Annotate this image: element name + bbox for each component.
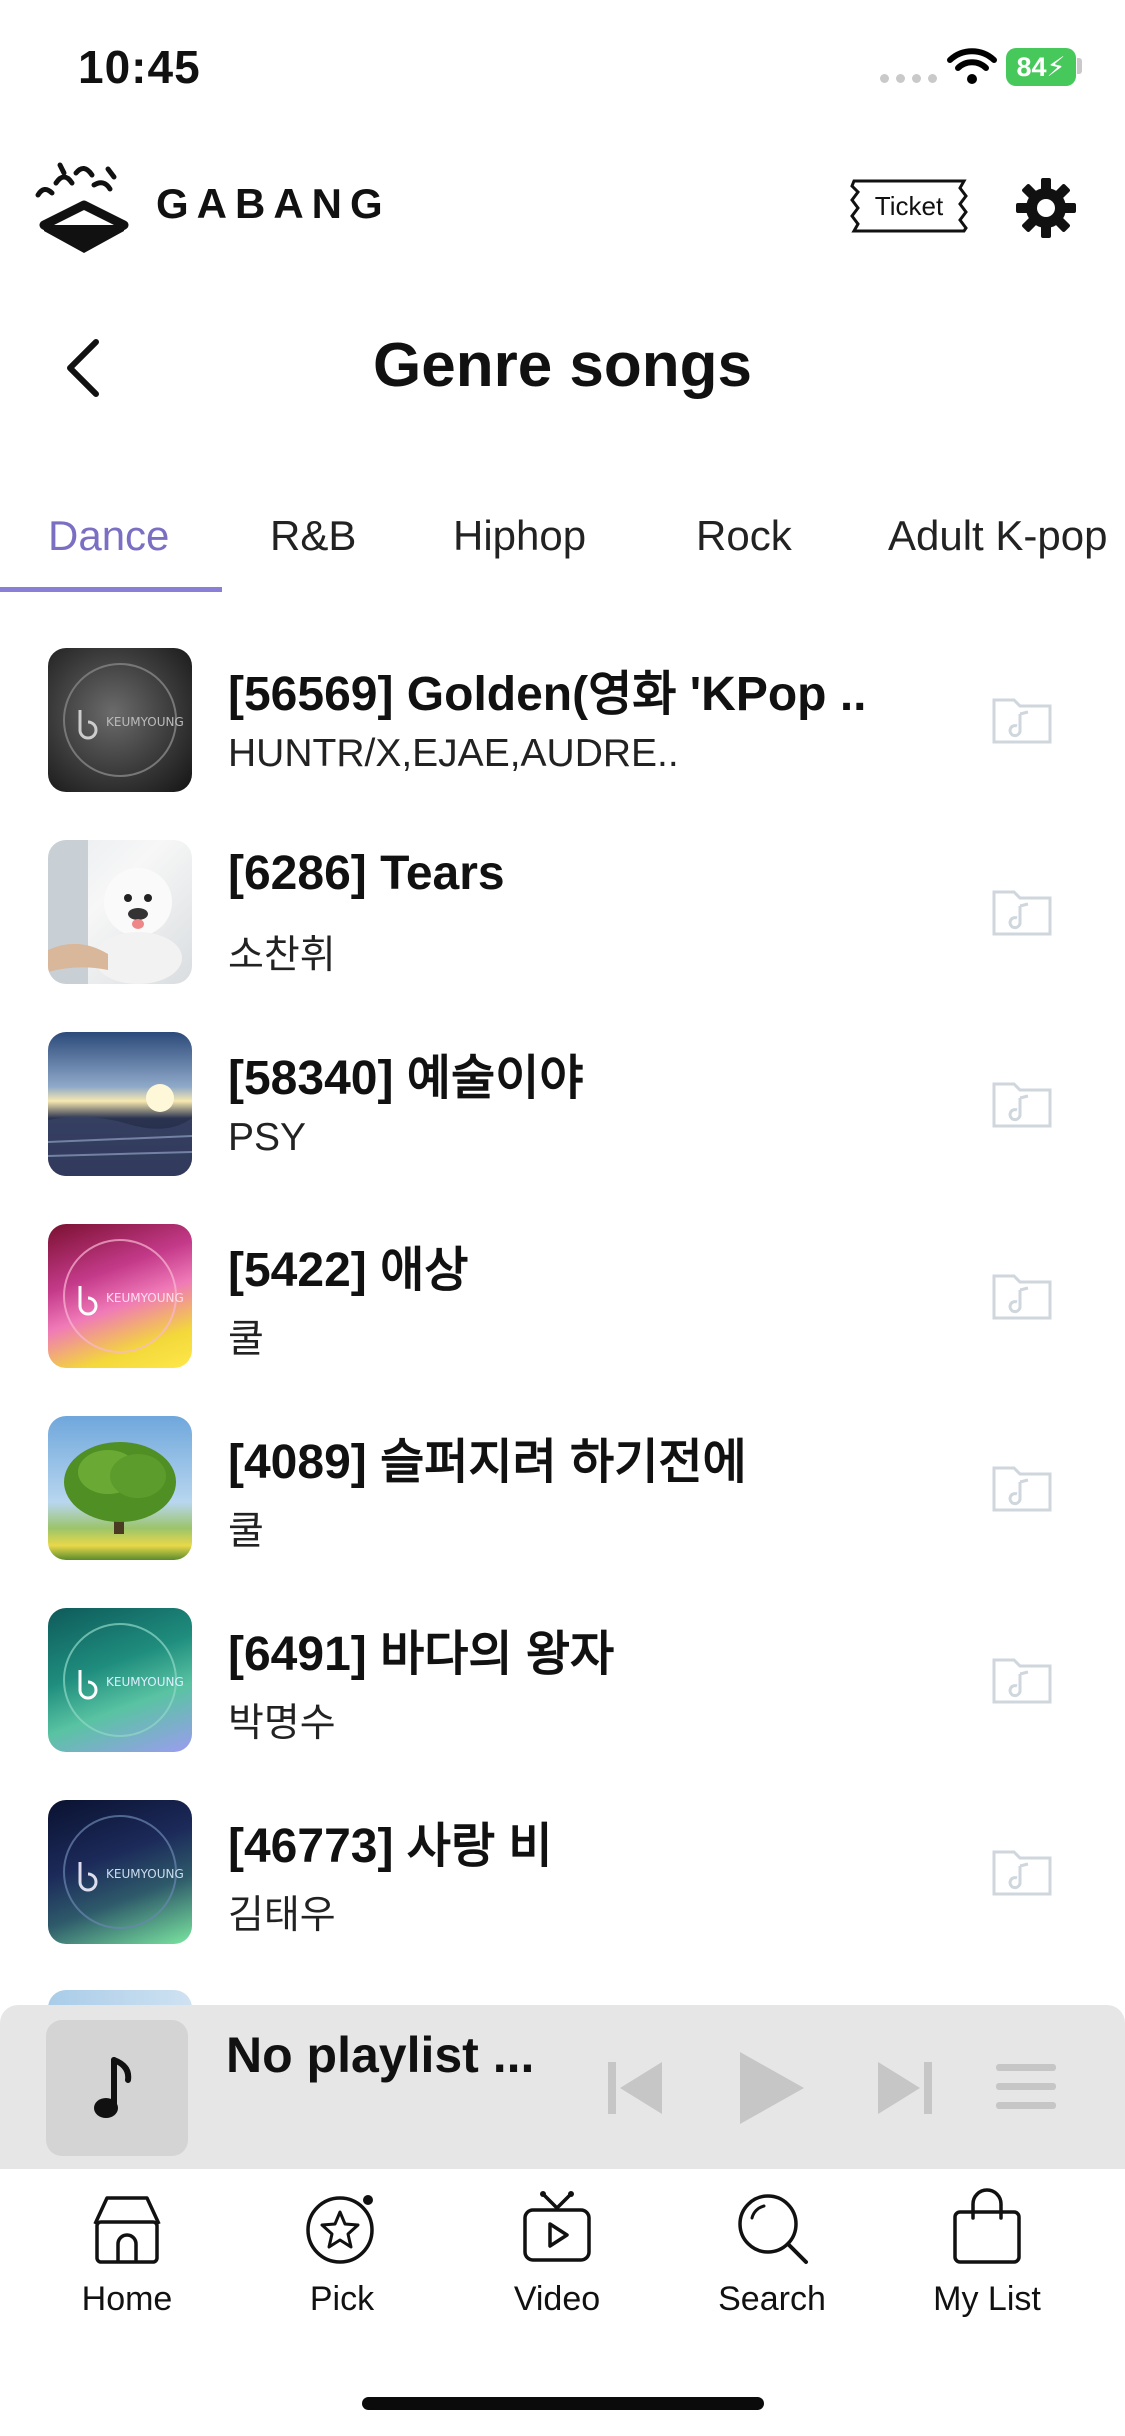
active-tab-indicator [0,587,222,592]
playlist-menu-icon[interactable] [994,2060,1058,2114]
album-art-white-puppy [48,840,192,984]
song-title: [6491] 바다의 왕자 [228,1628,615,1681]
add-to-playlist-folder-icon[interactable] [990,1842,1054,1898]
album-art-keumyoung: KEUMYOUNG [48,1224,192,1368]
song-row[interactable]: KEUMYOUNG [56569] Golden(영화 'KPop ... HU… [0,624,1125,816]
song-title: [5422] 애상 [228,1244,469,1297]
nav-video[interactable]: Video [477,2188,637,2319]
nav-search[interactable]: Search [692,2188,852,2319]
svg-text:KEUMYOUNG: KEUMYOUNG [106,715,184,729]
album-art-keumyoung: KEUMYOUNG [48,648,192,792]
battery-nub [1077,58,1082,74]
song-title: [6286] Tears [228,847,505,900]
song-title: [4089] 슬퍼지려 하기전에 [228,1436,747,1489]
wifi-icon [947,48,997,84]
nav-home[interactable]: Home [47,2188,207,2319]
battery-icon: 84 ⚡ [1006,48,1076,86]
add-to-playlist-folder-icon[interactable] [990,882,1054,938]
settings-gear-icon[interactable] [1014,176,1078,240]
svg-text:KEUMYOUNG: KEUMYOUNG [106,1291,184,1305]
tab-dance[interactable]: Dance [48,488,169,584]
tv-play-icon [523,2191,591,2262]
song-artist: 쿨 [228,1318,264,1361]
svg-text:KEUMYOUNG: KEUMYOUNG [106,1675,184,1689]
song-artist: 소찬휘 [228,934,336,977]
song-row[interactable]: KEUMYOUNG [6491] 바다의 왕자 박명수 [0,1584,1125,1776]
song-title: [56569] Golden(영화 'KPop ... [228,668,868,721]
nav-pick-label: Pick [309,2280,375,2318]
tab-hiphop[interactable]: Hiphop [453,488,586,584]
nav-my-list-label: My List [933,2280,1041,2318]
genre-tabs: Dance R&B Hiphop Rock Adult K-pop [0,488,1125,584]
song-artist: HUNTR/X,EJAE,AUDRE.. [228,732,679,775]
player-title: No playlist ... [226,2027,535,2083]
nav-my-list[interactable]: My List [907,2188,1067,2319]
home-indicator[interactable] [362,2397,764,2410]
song-row[interactable]: [6286] Tears 소찬휘 [0,816,1125,1008]
song-row[interactable]: KEUMYOUNG [5422] 애상 쿨 [0,1200,1125,1392]
add-to-playlist-folder-icon[interactable] [990,690,1054,746]
song-artist: 쿨 [228,1510,264,1553]
add-to-playlist-folder-icon[interactable] [990,1266,1054,1322]
gabang-logo-icon [35,162,129,253]
star-icon [306,2195,374,2264]
album-art-winter-sunset [48,1032,192,1176]
tab-rock[interactable]: Rock [696,488,792,584]
play-icon[interactable] [732,2046,808,2130]
album-art-keumyoung: KEUMYOUNG [48,1608,192,1752]
album-art-green-tree [48,1416,192,1560]
cellular-signal-icon [880,74,937,83]
nav-pick[interactable]: Pick [262,2188,422,2319]
song-title: [58340] 예술이야 [228,1052,584,1105]
bag-icon [953,2188,1021,2264]
add-to-playlist-folder-icon[interactable] [990,1458,1054,1514]
song-artist: PSY [228,1116,307,1159]
battery-level: 84 [1016,51,1047,82]
status-time: 10:45 [78,41,201,93]
svg-text:KEUMYOUNG: KEUMYOUNG [106,1867,184,1881]
nav-search-label: Search [718,2280,826,2318]
previous-track-icon[interactable] [604,2056,666,2120]
next-track-icon[interactable] [874,2056,936,2120]
page-title: Genre songs [373,331,752,400]
song-title: [46773] 사랑 비 [228,1820,553,1873]
nav-home-label: Home [81,2280,173,2318]
tab-rnb[interactable]: R&B [270,488,356,584]
add-to-playlist-folder-icon[interactable] [990,1650,1054,1706]
song-row[interactable]: KEUMYOUNG [46773] 사랑 비 김태우 [0,1776,1125,1968]
ticket-button[interactable]: Ticket [848,178,970,234]
brand-name[interactable]: GABANG [156,180,391,228]
song-row[interactable]: [58340] 예술이야 PSY [0,1008,1125,1200]
music-note-icon [94,2057,132,2118]
song-artist: 김태우 [228,1894,336,1937]
song-row[interactable]: [4089] 슬퍼지려 하기전에 쿨 [0,1392,1125,1584]
search-icon [738,2194,808,2264]
add-to-playlist-folder-icon[interactable] [990,1074,1054,1130]
tab-adult-kpop[interactable]: Adult K-pop [888,488,1107,584]
nav-video-label: Video [513,2280,601,2318]
song-artist: 박명수 [228,1702,336,1745]
album-art-keumyoung: KEUMYOUNG [48,1800,192,1944]
home-icon [93,2196,161,2264]
